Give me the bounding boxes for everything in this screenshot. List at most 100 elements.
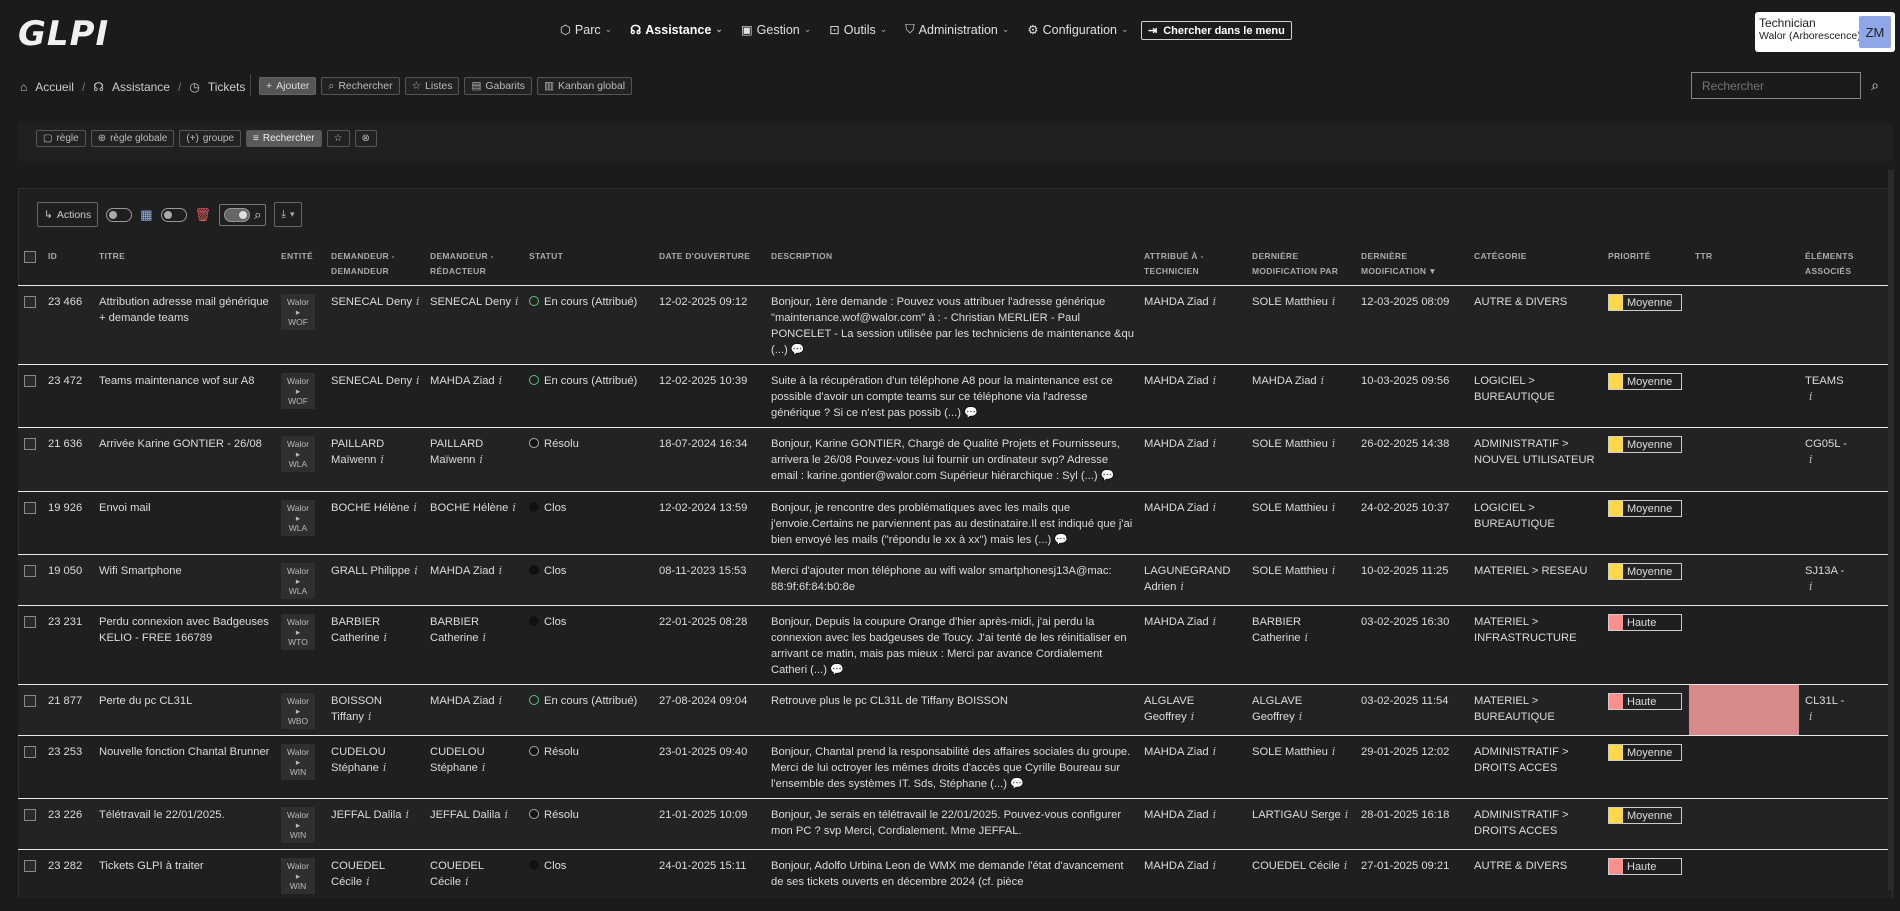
lists-button[interactable]: ☆ Listes: [404, 77, 460, 95]
linked-item[interactable]: CL31L -: [1805, 693, 1889, 709]
comments-icon[interactable]: 💬: [961, 407, 978, 419]
actions-button[interactable]: ↳ Actions: [37, 202, 99, 227]
info-icon[interactable]: i: [1809, 390, 1813, 403]
info-icon[interactable]: i: [512, 501, 516, 514]
info-icon[interactable]: i: [499, 374, 503, 387]
modified-by[interactable]: LARTIGAU Serge: [1252, 809, 1341, 821]
user-menu[interactable]: Technician Walor (Arborescence) ZM: [1755, 12, 1895, 52]
column-header[interactable]: CATÉGORIE: [1468, 245, 1602, 286]
info-icon[interactable]: i: [1332, 295, 1336, 308]
comments-icon[interactable]: 💬: [827, 664, 844, 676]
ticket-title[interactable]: Wifi Smartphone: [99, 565, 182, 577]
breadcrumb-assistance[interactable]: Assistance: [112, 80, 170, 94]
table-row[interactable]: 21 636 Arrivée Karine GONTIER - 26/08 Walo…: [18, 427, 1893, 492]
menu-assistance[interactable]: ☊ Assistance ⌄: [630, 22, 723, 38]
technician[interactable]: MAHDA Ziad: [1144, 375, 1209, 387]
ticket-title[interactable]: Nouvelle fonction Chantal Brunner: [99, 746, 269, 758]
menu-outils[interactable]: ⊡ Outils ⌄: [829, 22, 887, 38]
info-icon[interactable]: i: [483, 631, 487, 644]
info-icon[interactable]: i: [405, 808, 409, 821]
requester[interactable]: COUEDEL Cécile: [331, 860, 385, 888]
table-row[interactable]: 23 472 Teams maintenance wof sur A8 Walor ▸…: [18, 364, 1893, 428]
info-icon[interactable]: i: [1191, 710, 1195, 723]
requester[interactable]: BOCHE Hélène: [331, 502, 409, 514]
requester[interactable]: SENECAL Deny: [331, 375, 412, 387]
table-row[interactable]: 23 231 Perdu connexion avec Badgeuses KEL…: [18, 605, 1893, 685]
writer[interactable]: MAHDA Ziad: [430, 565, 495, 577]
info-icon[interactable]: i: [1213, 374, 1217, 387]
trash-toggle[interactable]: [160, 207, 187, 222]
technician[interactable]: MAHDA Ziad: [1144, 616, 1209, 628]
modified-by[interactable]: SOLE Matthieu: [1252, 502, 1328, 514]
table-row[interactable]: 21 877 Perte du pc CL31L Walor ▸ WBO BOISSON …: [18, 684, 1893, 736]
add-global-rule-button[interactable]: ⊕ règle globale: [90, 130, 175, 147]
ticket-id[interactable]: 21 877: [48, 695, 82, 707]
info-icon[interactable]: i: [1332, 564, 1336, 577]
technician[interactable]: LAGUNEGRAND Adrien: [1144, 565, 1230, 593]
row-checkbox[interactable]: [24, 565, 36, 577]
add-group-button[interactable]: (+) groupe: [179, 130, 241, 147]
menu-administration[interactable]: ⛉ Administration ⌄: [905, 22, 1009, 37]
ticket-id[interactable]: 23 282: [48, 860, 82, 872]
glpi-logo[interactable]: GLPI: [18, 14, 109, 54]
row-checkbox[interactable]: [24, 616, 36, 628]
requester[interactable]: CUDELOU Stéphane: [331, 746, 386, 774]
writer[interactable]: BARBIER Catherine: [430, 616, 479, 644]
info-icon[interactable]: i: [1809, 580, 1813, 593]
row-checkbox[interactable]: [24, 809, 36, 821]
add-rule-button[interactable]: ▢ règle: [36, 130, 86, 147]
run-search-button[interactable]: ≡ Rechercher: [246, 130, 322, 147]
modified-by[interactable]: SOLE Matthieu: [1252, 296, 1328, 308]
table-row[interactable]: 23 282 Tickets GLPI à traiter Walor ▸ WIN COU…: [18, 849, 1893, 900]
column-header[interactable]: STATUT: [523, 245, 653, 286]
menu-configuration[interactable]: ⚙ Configuration ⌄: [1027, 22, 1128, 38]
ticket-id[interactable]: 23 231: [48, 616, 82, 628]
info-icon[interactable]: i: [1344, 859, 1348, 872]
modified-by[interactable]: BARBIER Catherine: [1252, 616, 1301, 644]
search-button[interactable]: ⌕ Rechercher: [321, 77, 400, 95]
info-icon[interactable]: i: [1332, 745, 1336, 758]
info-icon[interactable]: i: [1213, 745, 1217, 758]
table-row[interactable]: 23 466 Attribution adresse mail générique…: [18, 285, 1893, 365]
linked-item[interactable]: CG05L -: [1805, 436, 1889, 452]
templates-button[interactable]: ▤ Gabarits: [464, 77, 533, 95]
info-icon[interactable]: i: [416, 374, 420, 387]
column-header[interactable]: TITRE: [93, 245, 275, 286]
row-checkbox[interactable]: [24, 375, 36, 387]
export-button[interactable]: ⤓ ▾: [274, 202, 302, 227]
info-icon[interactable]: i: [1345, 808, 1349, 821]
menu-search-button[interactable]: ⇥ Chercher dans le menu: [1141, 21, 1292, 40]
column-header[interactable]: DEMANDEUR - DEMANDEUR: [325, 245, 424, 286]
modified-by[interactable]: ALGLAVE Geoffrey: [1252, 695, 1302, 723]
vertical-scrollbar[interactable]: [1888, 170, 1894, 890]
info-icon[interactable]: i: [1180, 580, 1184, 593]
ticket-id[interactable]: 21 636: [48, 438, 82, 450]
info-icon[interactable]: i: [366, 875, 370, 888]
search-toggle-group[interactable]: ⌕: [219, 203, 267, 226]
column-header[interactable]: ENTITÉ: [275, 245, 325, 286]
avatar[interactable]: ZM: [1859, 16, 1891, 48]
table-row[interactable]: 19 050 Wifi Smartphone Walor ▸ WLA GRALL Phil…: [18, 554, 1893, 606]
info-icon[interactable]: i: [380, 453, 384, 466]
ticket-title[interactable]: Perdu connexion avec Badgeuses KELIO - F…: [99, 616, 269, 644]
ticket-id[interactable]: 23 466: [48, 296, 82, 308]
technician[interactable]: MAHDA Ziad: [1144, 809, 1209, 821]
column-header[interactable]: ID: [42, 245, 93, 286]
info-icon[interactable]: i: [368, 710, 372, 723]
row-checkbox[interactable]: [24, 695, 36, 707]
add-button[interactable]: + Ajouter: [259, 77, 317, 95]
info-icon[interactable]: i: [1809, 453, 1813, 466]
modified-by[interactable]: MAHDA Ziad: [1252, 375, 1317, 387]
writer[interactable]: SENECAL Deny: [430, 296, 511, 308]
ticket-id[interactable]: 23 472: [48, 375, 82, 387]
info-icon[interactable]: i: [1332, 437, 1336, 450]
requester[interactable]: JEFFAL Dalila: [331, 809, 401, 821]
info-icon[interactable]: i: [1213, 295, 1217, 308]
ticket-title[interactable]: Télétravail le 22/01/2025.: [99, 809, 225, 821]
info-icon[interactable]: i: [515, 295, 519, 308]
reset-search-button[interactable]: ⊗: [354, 130, 377, 147]
ticket-title[interactable]: Teams maintenance wof sur A8: [99, 375, 254, 387]
requester[interactable]: GRALL Philippe: [331, 565, 410, 577]
info-icon[interactable]: i: [465, 875, 469, 888]
info-icon[interactable]: i: [479, 453, 483, 466]
